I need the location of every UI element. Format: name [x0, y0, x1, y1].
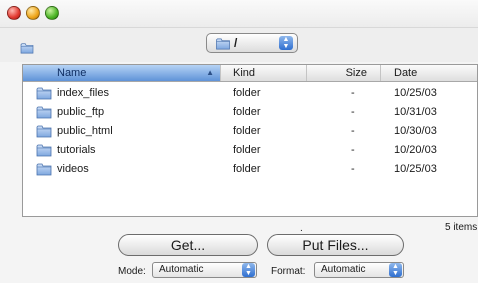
title-bar [0, 0, 478, 28]
file-name: videos [57, 163, 89, 175]
popup-arrows-icon: ▲ ▼ [279, 36, 293, 50]
get-button[interactable]: Get... [118, 234, 258, 256]
column-header-size[interactable]: Size [307, 65, 381, 81]
format-value: Automatic [321, 264, 366, 275]
folder-icon [36, 86, 52, 100]
file-list[interactable]: Name ▲ Kind Size Date index_files folder… [22, 64, 478, 217]
format-label: Format: [271, 266, 306, 277]
folder-icon [215, 37, 231, 50]
file-kind: folder [233, 163, 261, 175]
item-count: 5 items [445, 222, 478, 233]
column-header-date[interactable]: Date [381, 65, 478, 81]
folder-icon [20, 42, 34, 54]
folder-icon [36, 143, 52, 157]
file-size: - [351, 144, 355, 156]
file-date: 10/25/03 [394, 87, 437, 99]
file-date: 10/31/03 [394, 106, 437, 118]
column-header-name[interactable]: Name ▲ [23, 65, 221, 81]
file-date: 10/25/03 [394, 163, 437, 175]
sort-ascending-icon: ▲ [206, 68, 214, 77]
list-header: Name ▲ Kind Size Date [23, 65, 477, 82]
file-name: tutorials [57, 144, 96, 156]
file-name: public_html [57, 125, 113, 137]
path-popup[interactable]: / ▲ ▼ [206, 33, 298, 53]
path-label: / [234, 36, 238, 50]
file-size: - [351, 163, 355, 175]
file-size: - [351, 125, 355, 137]
file-name: index_files [57, 87, 109, 99]
file-size: - [351, 106, 355, 118]
list-item[interactable]: tutorials folder - 10/20/03 [23, 141, 477, 160]
minimize-button[interactable] [26, 6, 40, 20]
mode-select[interactable]: Automatic ▲ ▼ [152, 262, 257, 278]
file-kind: folder [233, 106, 261, 118]
mode-label: Mode: [118, 266, 146, 277]
file-date: 10/20/03 [394, 144, 437, 156]
format-select[interactable]: Automatic ▲ ▼ [314, 262, 404, 278]
folder-icon [36, 162, 52, 176]
mode-value: Automatic [159, 264, 204, 275]
status-indicator: . [300, 223, 303, 234]
file-date: 10/30/03 [394, 125, 437, 137]
list-item[interactable]: videos folder - 10/25/03 [23, 160, 477, 179]
list-item[interactable]: index_files folder - 10/25/03 [23, 84, 477, 103]
file-kind: folder [233, 125, 261, 137]
file-kind: folder [233, 144, 261, 156]
list-item[interactable]: public_ftp folder - 10/31/03 [23, 103, 477, 122]
folder-icon [36, 124, 52, 138]
popup-arrows-icon: ▲ ▼ [389, 263, 402, 277]
file-kind: folder [233, 87, 261, 99]
put-files-button[interactable]: Put Files... [267, 234, 404, 256]
close-button[interactable] [7, 6, 21, 20]
popup-arrows-icon: ▲ ▼ [242, 263, 255, 277]
zoom-button[interactable] [45, 6, 59, 20]
list-item[interactable]: public_html folder - 10/30/03 [23, 122, 477, 141]
folder-icon [36, 105, 52, 119]
column-header-kind[interactable]: Kind [221, 65, 307, 81]
file-name: public_ftp [57, 106, 105, 118]
file-size: - [351, 87, 355, 99]
